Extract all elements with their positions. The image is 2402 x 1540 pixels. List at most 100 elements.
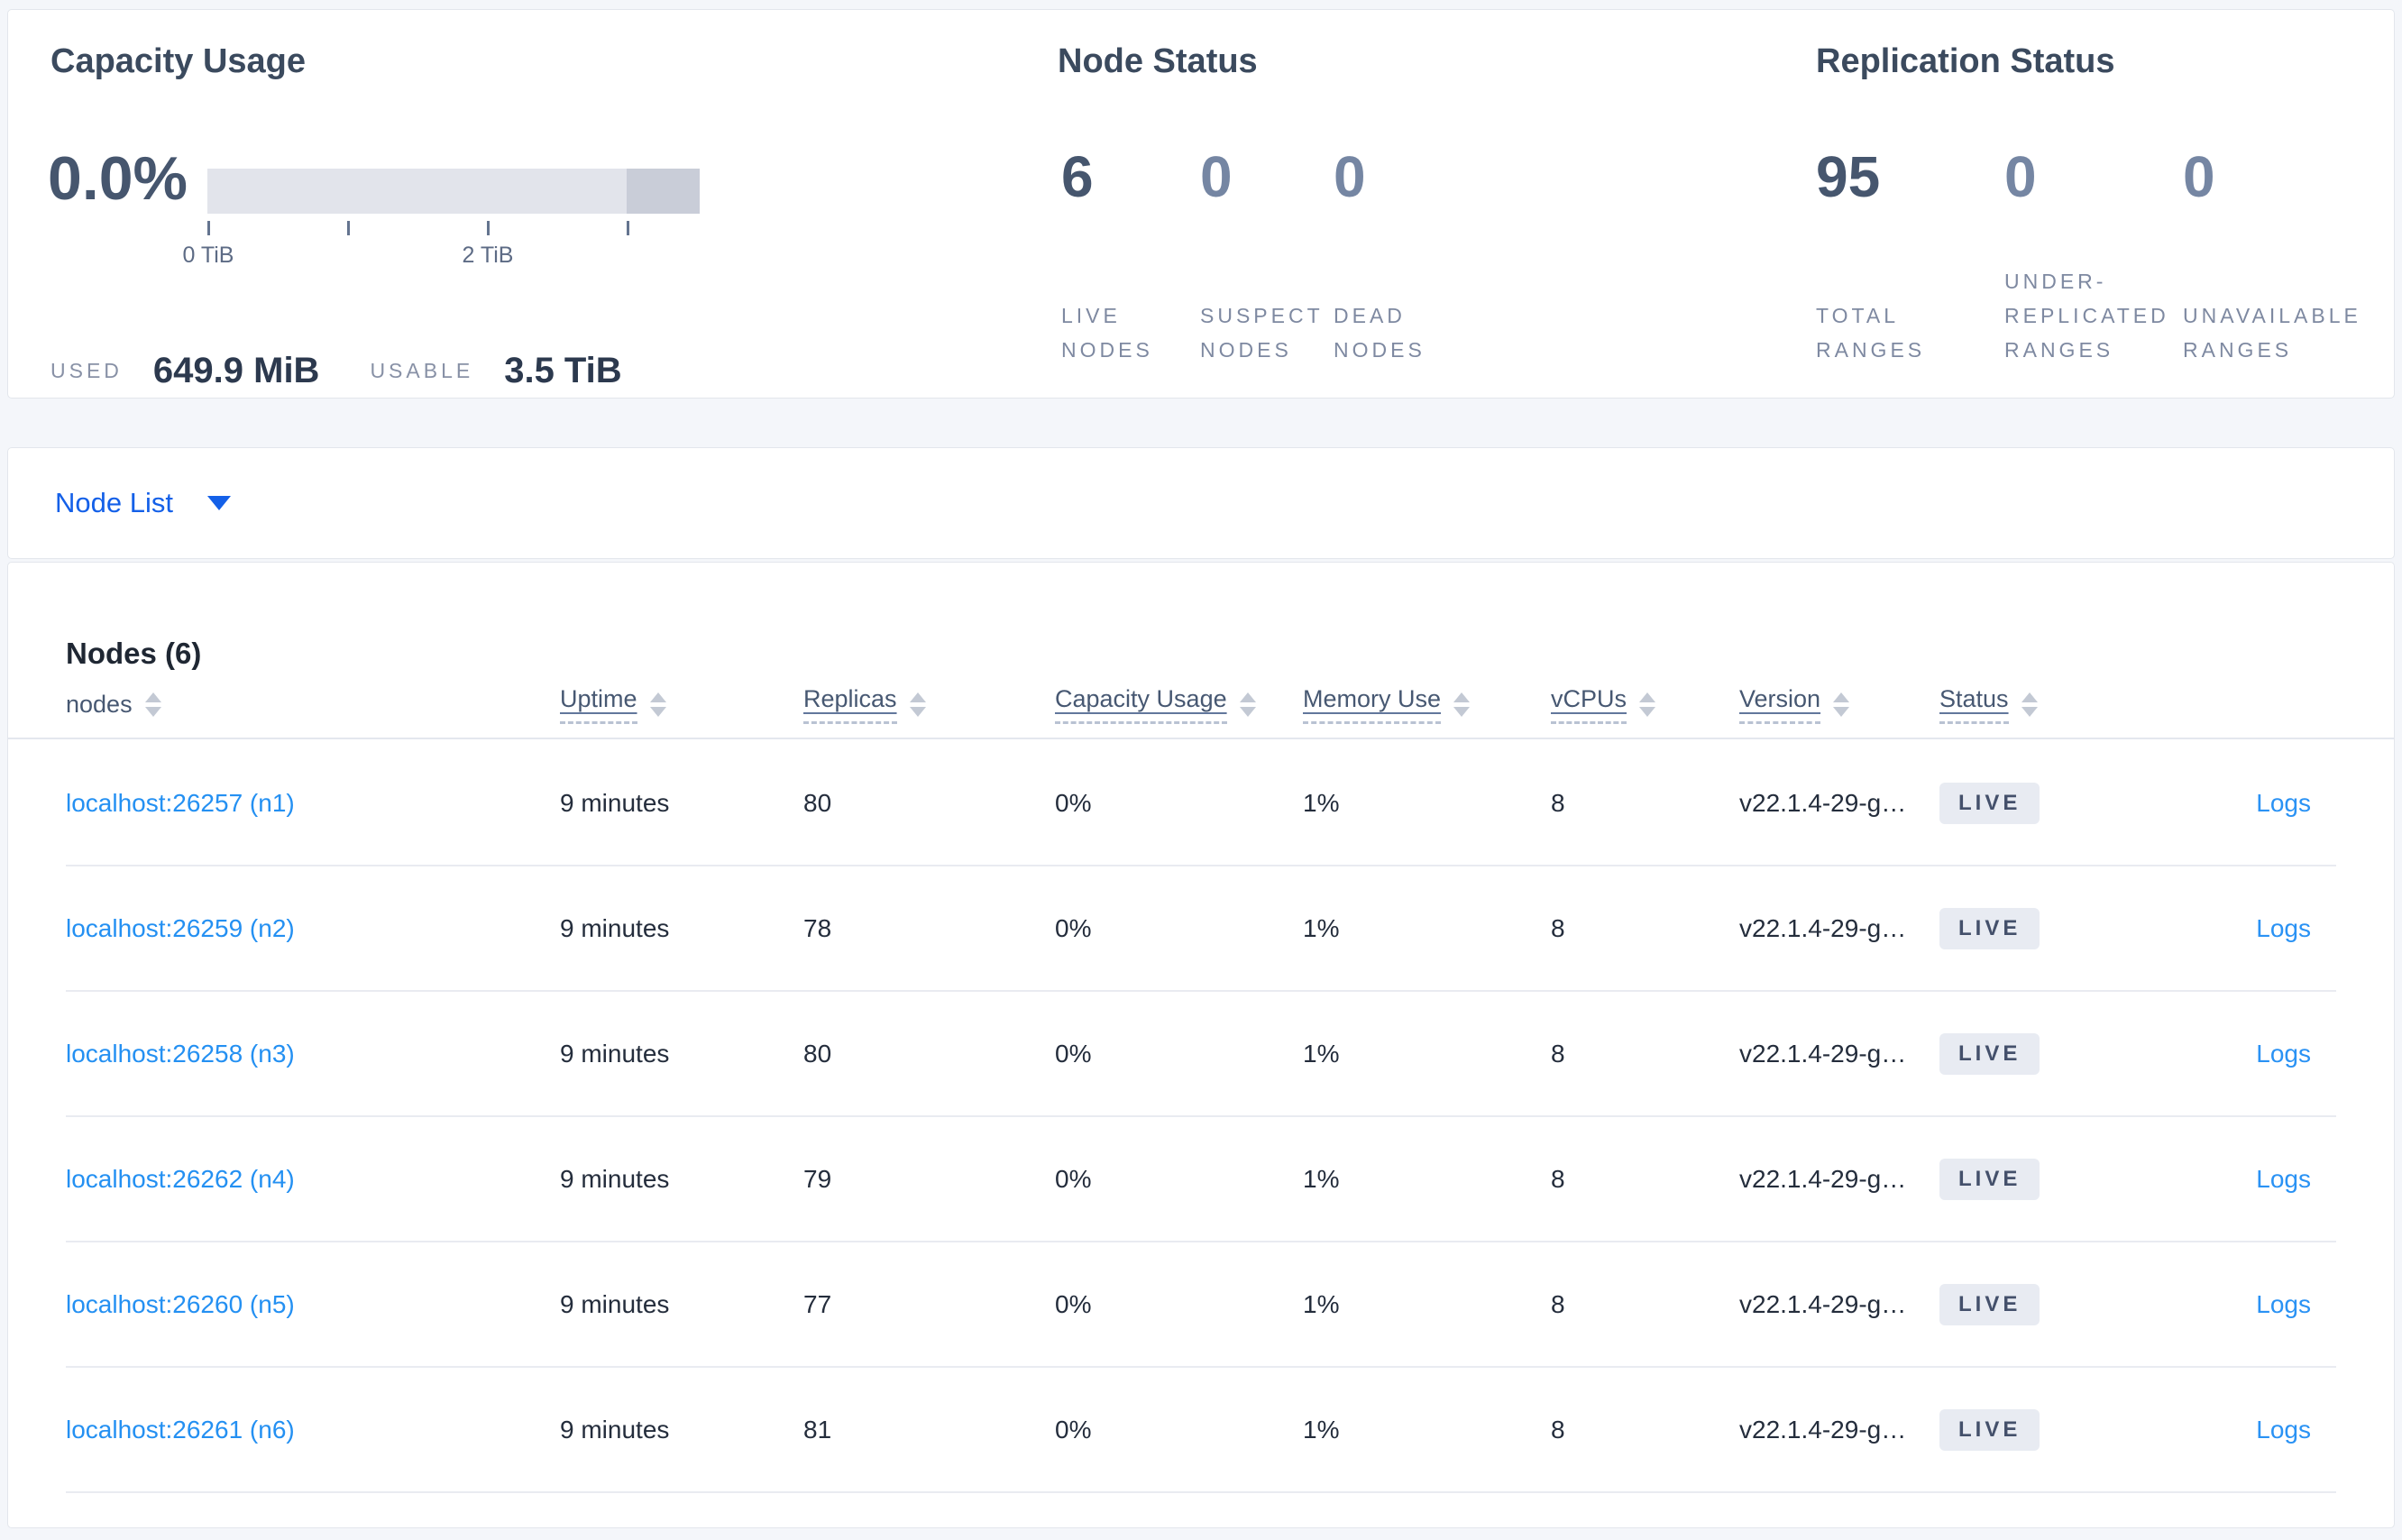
version-cell: v22.1.4-29-g…: [1739, 913, 1907, 942]
memory-cell: 1%: [1303, 1039, 1340, 1068]
node-link[interactable]: localhost:26258 (n3): [66, 1040, 295, 1068]
status-cell: LIVE: [1939, 1408, 2165, 1451]
sort-icon[interactable]: [144, 692, 161, 717]
suspect-nodes-value: 0: [1200, 144, 1233, 209]
sort-icon[interactable]: [2021, 692, 2038, 717]
logs-link[interactable]: Logs: [2256, 1416, 2311, 1444]
replicas-cell: 81: [803, 1415, 832, 1444]
unavailable-value: 0: [2183, 144, 2215, 209]
column-header-status[interactable]: Status: [1939, 685, 2165, 724]
live-nodes-label: LIVE NODES: [1061, 304, 1153, 362]
node-link[interactable]: localhost:26262 (n4): [66, 1165, 295, 1193]
memory-cell: 1%: [1303, 1415, 1340, 1444]
axis-tick-label: 2 TiB: [462, 243, 514, 268]
usable-value: 3.5 TiB: [504, 351, 622, 390]
axis-tick: [347, 221, 350, 235]
capacity-cell: 0%: [1055, 1415, 1092, 1444]
node-link[interactable]: localhost:26261 (n6): [66, 1416, 295, 1444]
suspect-nodes-label: SUSPECT NODES: [1200, 304, 1324, 362]
sort-icon[interactable]: [1639, 692, 1656, 717]
version-cell: v22.1.4-29-g…: [1739, 1415, 1907, 1444]
axis-tick: [627, 221, 629, 235]
sort-icon[interactable]: [1833, 692, 1850, 717]
logs-cell: Logs: [2165, 1290, 2336, 1319]
node-status-title: Node Status: [1058, 42, 1258, 80]
axis-tick: [207, 221, 210, 235]
logs-link[interactable]: Logs: [2256, 1290, 2311, 1318]
status-badge: LIVE: [1939, 1408, 2040, 1451]
under-replicated-ranges-stat: 0 UNDER-REPLICATED RANGES: [2004, 143, 2198, 367]
column-header-version[interactable]: Version: [1739, 685, 1939, 724]
table-row: localhost:26258 (n3) 9 minutes 80 0% 1% …: [66, 992, 2336, 1117]
uptime-cell: 9 minutes: [560, 1415, 670, 1444]
table-row: localhost:26262 (n4) 9 minutes 79 0% 1% …: [66, 1117, 2336, 1242]
capacity-bar-extra-segment: [627, 169, 700, 214]
table-row: localhost:26259 (n2) 9 minutes 78 0% 1% …: [66, 866, 2336, 992]
logs-cell: Logs: [2165, 1416, 2336, 1444]
dead-nodes-label: DEAD NODES: [1334, 304, 1426, 362]
status-cell: LIVE: [1939, 1283, 2165, 1325]
memory-cell: 1%: [1303, 913, 1340, 942]
dead-nodes-stat: 0 DEAD NODES: [1334, 143, 1478, 367]
sort-icon[interactable]: [1239, 692, 1256, 717]
sort-icon[interactable]: [649, 692, 666, 717]
memory-cell: 1%: [1303, 1289, 1340, 1318]
replication-status-title: Replication Status: [1816, 42, 2115, 80]
vcpus-cell: 8: [1551, 1415, 1565, 1444]
memory-cell: 1%: [1303, 788, 1340, 817]
logs-link[interactable]: Logs: [2256, 1165, 2311, 1193]
total-ranges-label: TOTAL RANGES: [1816, 304, 1926, 362]
version-cell: v22.1.4-29-g…: [1739, 1289, 1907, 1318]
view-selector-bar: Node List: [7, 447, 2395, 559]
used-value: 649.9 MiB: [152, 351, 320, 390]
cluster-summary-card: Capacity Usage 0.0% 0 TiB 2 TiB USED 649…: [7, 9, 2395, 399]
unavailable-ranges-stat: 0 UNAVAILABLE RANGES: [2183, 143, 2388, 367]
uptime-cell: 9 minutes: [560, 1164, 670, 1193]
sort-icon[interactable]: [1453, 692, 1471, 717]
vcpus-cell: 8: [1551, 788, 1565, 817]
capacity-cell: 0%: [1055, 913, 1092, 942]
replicas-cell: 77: [803, 1289, 832, 1318]
column-header-vcpus[interactable]: vCPUs: [1551, 685, 1739, 724]
sort-icon[interactable]: [909, 692, 926, 717]
logs-cell: Logs: [2165, 1040, 2336, 1068]
node-list-dropdown-label: Node List: [55, 487, 173, 518]
status-badge: LIVE: [1939, 907, 2040, 949]
nodes-table-body: localhost:26257 (n1) 9 minutes 80 0% 1% …: [8, 741, 2394, 1493]
column-header-replicas[interactable]: Replicas: [803, 685, 1055, 724]
total-ranges-value: 95: [1816, 144, 1881, 209]
chevron-down-icon: [206, 496, 231, 510]
status-cell: LIVE: [1939, 907, 2165, 949]
version-cell: v22.1.4-29-g…: [1739, 1039, 1907, 1068]
axis-tick: [487, 221, 490, 235]
replicas-cell: 79: [803, 1164, 832, 1193]
live-nodes-value: 6: [1061, 144, 1094, 209]
column-header-capacity-usage[interactable]: Capacity Usage: [1055, 685, 1303, 724]
status-cell: LIVE: [1939, 782, 2165, 824]
capacity-cell: 0%: [1055, 1164, 1092, 1193]
logs-cell: Logs: [2165, 789, 2336, 818]
replicas-cell: 78: [803, 913, 832, 942]
node-link[interactable]: localhost:26260 (n5): [66, 1290, 295, 1318]
live-nodes-stat: 6 LIVE NODES: [1061, 143, 1193, 367]
column-header-uptime[interactable]: Uptime: [560, 685, 803, 724]
logs-link[interactable]: Logs: [2256, 914, 2311, 942]
axis-tick-label: 0 TiB: [182, 243, 234, 268]
unavailable-label: UNAVAILABLE RANGES: [2183, 304, 2361, 362]
logs-link[interactable]: Logs: [2256, 1040, 2311, 1068]
cluster-overview-page: Capacity Usage 0.0% 0 TiB 2 TiB USED 649…: [0, 0, 2402, 1540]
node-link[interactable]: localhost:26257 (n1): [66, 789, 295, 817]
table-row: localhost:26260 (n5) 9 minutes 77 0% 1% …: [66, 1242, 2336, 1368]
column-header-memory-use[interactable]: Memory Use: [1303, 685, 1551, 724]
table-row: localhost:26257 (n1) 9 minutes 80 0% 1% …: [66, 741, 2336, 866]
column-header-nodes[interactable]: nodes: [66, 691, 560, 719]
status-badge: LIVE: [1939, 782, 2040, 824]
node-link[interactable]: localhost:26259 (n2): [66, 914, 295, 942]
node-list-dropdown[interactable]: Node List: [55, 487, 231, 519]
used-label: USED: [50, 359, 123, 382]
vcpus-cell: 8: [1551, 1289, 1565, 1318]
capacity-cell: 0%: [1055, 1289, 1092, 1318]
capacity-stats: USED 649.9 MiB USABLE 3.5 TiB: [50, 351, 622, 391]
suspect-nodes-stat: 0 SUSPECT NODES: [1200, 143, 1332, 367]
logs-link[interactable]: Logs: [2256, 789, 2311, 817]
